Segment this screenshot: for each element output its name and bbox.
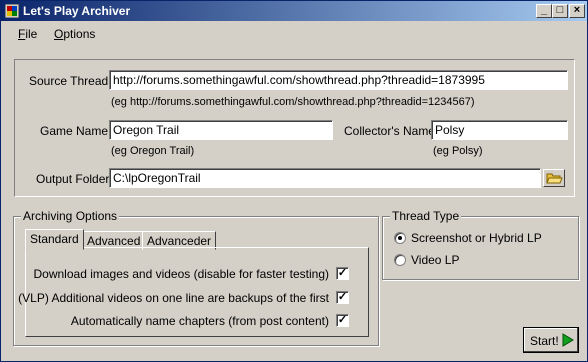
- folder-icon: [546, 173, 563, 184]
- menu-options[interactable]: Options: [54, 27, 95, 41]
- app-icon: [5, 4, 19, 18]
- radio-screenshot-lp-label: Screenshot or Hybrid LP: [411, 231, 542, 245]
- source-thread-hint: (eg http://forums.somethingawful.com/sho…: [111, 96, 475, 108]
- output-folder-label: Output Folder: [36, 172, 110, 186]
- thread-type-title: Thread Type: [390, 209, 462, 223]
- source-thread-input[interactable]: http://forums.somethingawful.com/showthr…: [109, 70, 568, 90]
- option-vlp-label: (VLP) Additional videos on one line are …: [18, 291, 329, 305]
- menu-file-label: ile: [25, 27, 38, 41]
- radio-video-lp[interactable]: [394, 254, 406, 266]
- menu-options-label: ptions: [63, 27, 96, 41]
- game-name-hint: (eg Oregon Trail): [111, 145, 195, 157]
- option-download-label: Download images and videos (disable for …: [33, 267, 330, 281]
- option-chapters-checkbox[interactable]: ✓: [336, 314, 349, 327]
- menu-file[interactable]: File: [18, 27, 37, 41]
- start-button-label: Start!: [530, 334, 559, 348]
- minimize-button[interactable]: _: [536, 4, 552, 18]
- option-vlp-checkbox[interactable]: ✓: [336, 291, 349, 304]
- menu-bar: File Options: [1, 21, 587, 43]
- thread-type-group: [382, 216, 579, 280]
- option-chapters-label: Automatically name chapters (from post c…: [70, 314, 329, 328]
- maximize-button[interactable]: □: [552, 4, 568, 18]
- collector-name-label: Collector's Name: [344, 124, 435, 138]
- app-window: Let's Play Archiver _ □ × File Options S…: [0, 0, 588, 362]
- game-name-label: Game Name: [40, 124, 109, 138]
- radio-selected-dot: [398, 236, 402, 240]
- radio-screenshot-lp[interactable]: [394, 232, 406, 244]
- window-title: Let's Play Archiver: [23, 4, 131, 18]
- option-download-checkbox[interactable]: ✓: [336, 267, 349, 280]
- archiving-options-title: Archiving Options: [21, 209, 120, 223]
- game-name-input[interactable]: Oregon Trail: [109, 120, 333, 140]
- collector-name-input[interactable]: Polsy: [431, 120, 568, 140]
- close-button[interactable]: ×: [569, 4, 585, 18]
- output-folder-input[interactable]: C:\lpOregonTrail: [109, 168, 541, 188]
- collector-name-hint: (eg Polsy): [433, 145, 483, 157]
- play-arrow-icon: [562, 333, 574, 347]
- browse-folder-button[interactable]: [543, 169, 565, 187]
- source-thread-label: Source Thread: [29, 74, 109, 88]
- radio-video-lp-label: Video LP: [411, 253, 460, 267]
- menu-options-mnemonic: O: [54, 27, 64, 41]
- tab-standard[interactable]: Standard: [25, 229, 84, 250]
- title-bar: Let's Play Archiver _ □ ×: [1, 1, 587, 21]
- start-button[interactable]: Start!: [523, 327, 579, 353]
